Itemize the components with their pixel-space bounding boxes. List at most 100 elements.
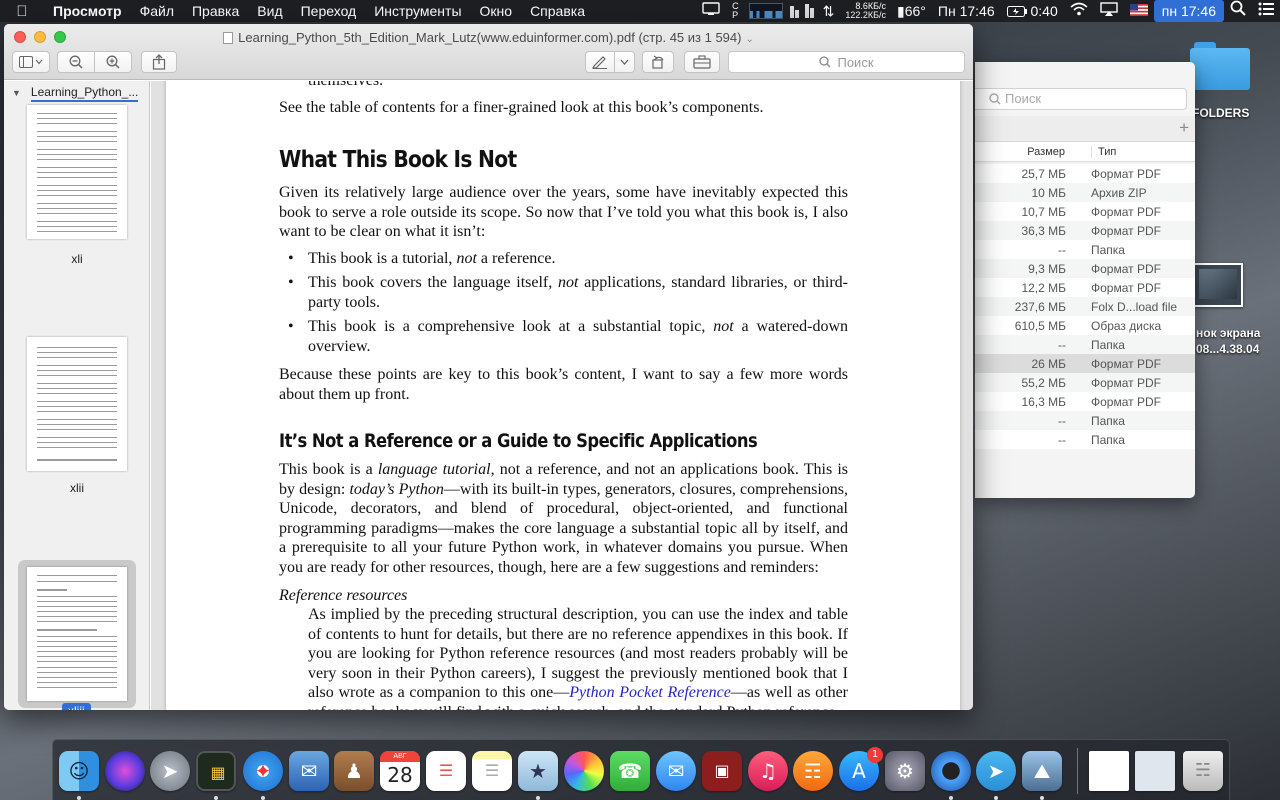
calendar-day: 28 [387,763,413,787]
zoom-out-button[interactable] [57,51,95,73]
desktop-folder-label[interactable]: FOLDERS [1192,106,1249,120]
file-row[interactable]: -- Папка [975,411,1195,430]
us-flag-icon[interactable] [1124,0,1154,22]
photos-icon[interactable] [564,751,604,791]
page-thumbnail-xlii[interactable] [27,337,127,471]
rotate-button[interactable] [642,51,674,73]
menu-go[interactable]: Переход [292,0,366,22]
photo-booth-icon[interactable]: ▣ [702,751,742,791]
spotlight-icon[interactable] [1224,0,1252,22]
desktop-screenshot-label-1[interactable]: нок экрана [1196,326,1260,340]
preview-icon[interactable]: ★ [518,751,558,791]
menu-window[interactable]: Окно [471,0,522,22]
memory-bars-icon[interactable] [789,4,799,18]
file-row[interactable]: 12,2 МБ Формат PDF [975,278,1195,297]
apple-icon[interactable]:  [0,3,44,20]
wifi-icon[interactable] [1064,0,1094,22]
siri-icon[interactable] [105,751,145,791]
telegram-icon[interactable]: ➤ [976,751,1016,791]
contacts-icon[interactable]: ♟ [334,751,374,791]
network-speed[interactable]: 8.6КБ/с 122.2КБ/с [840,2,891,20]
page-label-xlii[interactable]: xlii [4,481,149,495]
file-row[interactable]: 10,7 МБ Формат PDF [975,202,1195,221]
notes-icon[interactable]: ☰ [472,751,512,791]
finder-search-field[interactable]: Поиск [975,88,1187,110]
dock: ☺ ➤ ▦ ✦ ✉ ♟ АВГ 28 ☰ ☰ ★ ☎ ✉ ▣ ♫ ☶ A 1 ⚙… [52,739,1230,800]
clock-short[interactable]: Пн 17:46 [932,0,1001,22]
share-button[interactable] [141,51,177,73]
chevron-down-icon [620,59,629,65]
document-view[interactable]: themselves. See the table of contents fo… [151,81,973,710]
file-row[interactable]: 25,7 МБ Формат PDF [975,164,1195,183]
file-row[interactable]: 55,2 МБ Формат PDF [975,373,1195,392]
markup-button[interactable] [585,51,615,73]
sidebar-toggle-button[interactable] [12,51,50,73]
disclosure-triangle-icon[interactable]: ▼ [12,88,21,98]
system-preferences-icon[interactable]: ⚙ [885,751,925,791]
page-label-xliii-selected[interactable]: xliii [62,703,91,710]
mail-icon[interactable]: ✉ [289,751,329,791]
file-row[interactable]: 237,6 МБ Folx D...load file [975,297,1195,316]
desktop-screenshot-icon[interactable] [1193,263,1243,307]
menu-tools[interactable]: Инструменты [365,0,470,22]
facetime-icon[interactable]: ☎ [610,751,650,791]
activity-monitor-icon[interactable]: ▦ [196,751,236,791]
python-pocket-reference-link[interactable]: Python Pocket Reference [569,684,731,701]
page-label-xli[interactable]: xli [4,252,149,266]
toolbox-button[interactable] [684,51,720,73]
temperature[interactable]: ▮66° [891,0,932,22]
menu-edit[interactable]: Правка [183,0,248,22]
downloads-stack-icon[interactable] [1089,751,1129,791]
page-thumbnail-xli[interactable] [27,105,127,239]
network-graph-icon[interactable] [748,3,783,19]
file-row[interactable]: 9,3 МБ Формат PDF [975,259,1195,278]
battery[interactable]: 0:40 [1001,0,1064,22]
safari-icon[interactable]: ✦ [243,751,283,791]
menu-file[interactable]: Файл [131,0,183,22]
file-row[interactable]: 16,3 МБ Формат PDF [975,392,1195,411]
file-row[interactable]: 610,5 МБ Образ диска [975,316,1195,335]
markup-menu-button[interactable] [614,51,635,73]
menu-app-name[interactable]: Просмотр [44,0,131,22]
disk-bars-icon[interactable] [804,4,814,18]
messages-icon[interactable]: ✉ [656,751,696,791]
file-row[interactable]: 36,3 МБ Формат PDF [975,221,1195,240]
file-row[interactable]: 10 МБ Архив ZIP [975,183,1195,202]
ibooks-icon[interactable]: ☶ [793,751,833,791]
desktop-screenshot-label-2[interactable]: 08...4.38.04 [1196,342,1259,356]
search-placeholder: Поиск [837,54,874,70]
desktop-folder-icon[interactable] [1190,42,1250,92]
finder-tab-bar: + [975,116,1195,142]
file-row-selected[interactable]: 26 МБ Формат PDF [975,354,1195,373]
window-title[interactable]: Learning_Python_5th_Edition_Mark_Lutz(ww… [4,30,973,45]
trash-icon[interactable]: ☵ [1183,751,1223,791]
column-size[interactable]: Размер [1027,146,1065,158]
menu-view[interactable]: Вид [248,0,291,22]
quicktime-icon[interactable] [931,751,971,791]
app-store-icon[interactable]: A 1 [839,747,883,791]
finder-icon[interactable]: ☺ [59,751,99,791]
sidebar-document-header[interactable]: ▼ Learning_Python_... [4,81,149,103]
documents-stack-icon[interactable] [1135,751,1175,791]
search-field[interactable]: Поиск [728,51,965,73]
page-thumbnail-xliii[interactable] [27,567,127,701]
file-row[interactable]: -- Папка [975,335,1195,354]
battery-time: 0:40 [1030,3,1058,19]
clock-highlight[interactable]: пн 17:46 [1153,0,1224,22]
display-icon[interactable] [696,0,726,22]
launchpad-icon[interactable]: ➤ [150,751,190,791]
new-tab-button[interactable]: + [1179,119,1189,137]
page-top-fragment: themselves. [308,81,848,91]
reminders-icon[interactable]: ☰ [426,751,466,791]
file-row[interactable]: -- Папка [975,430,1195,449]
zoom-in-button[interactable] [94,51,132,73]
airplay-icon[interactable] [1094,0,1124,22]
calendar-icon[interactable]: АВГ 28 [380,751,420,791]
column-type[interactable]: Тип [1091,146,1116,158]
itunes-icon[interactable]: ♫ [748,751,788,791]
notification-center-icon[interactable] [1252,0,1280,22]
image-capture-icon[interactable]: ⛰ [1022,751,1062,791]
menu-help[interactable]: Справка [521,0,594,22]
cpu-monitor-icon[interactable]: CP [726,2,745,20]
file-row[interactable]: -- Папка [975,240,1195,259]
